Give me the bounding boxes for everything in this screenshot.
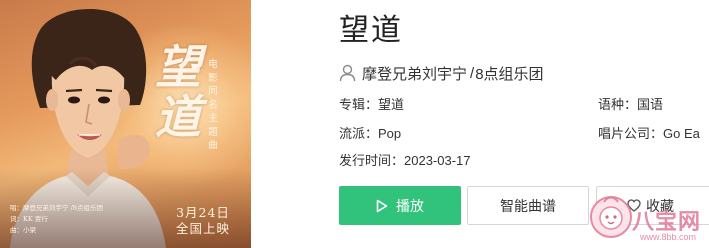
artist-link-primary[interactable]: 摩登兄弟刘宇宁 (362, 63, 467, 84)
meta-album: 专辑：望道 (339, 96, 404, 114)
meta-language: 语种：国语 (598, 96, 663, 114)
meta-genre-label: 流派： (339, 126, 379, 141)
meta-genre: 流派：Pop (339, 125, 401, 143)
cover-release-date-day: 3月24日 (176, 205, 230, 220)
artist-row: 摩登兄弟刘宇宁 / 8点组乐团 (339, 62, 544, 84)
meta-language-value: 国语 (637, 97, 664, 112)
meta-record-label: 唱片公司：Go Ea (598, 125, 700, 143)
meta-record-label-value: Go Ea (663, 126, 700, 141)
meta-album-value[interactable]: 望道 (378, 97, 404, 112)
play-button[interactable]: 播放 (339, 186, 461, 225)
favorite-button[interactable]: 收藏 (596, 186, 709, 225)
heart-icon (627, 199, 641, 212)
meta-language-label: 语种： (598, 97, 638, 112)
cover-title-char-1: 望 (155, 40, 201, 94)
cover-vertical-subtitle: 电影同名主题曲 (208, 59, 218, 151)
play-button-label: 播放 (396, 197, 424, 214)
cover-title: 望 道 (150, 42, 206, 142)
cover-credit-lyricist: 词：KK 贾行 (10, 215, 48, 223)
smart-score-button-label: 智能曲谱 (500, 197, 556, 214)
meta-genre-value: Pop (378, 126, 402, 141)
meta-release-date: 发行时间：2023-03-17 (339, 152, 471, 170)
play-icon (376, 199, 388, 212)
cover-release-date: 3月24日 全国上映 (168, 205, 238, 237)
album-cover[interactable]: 望 道 电影同名主题曲 唱：摩登兄弟刘宇宁 /8点组乐团 词：KK 贾行 曲：小… (0, 0, 251, 248)
favorite-button-label: 收藏 (646, 197, 674, 214)
user-icon (339, 64, 356, 82)
meta-release-date-label: 发行时间： (339, 153, 405, 168)
meta-release-date-value: 2023-03-17 (404, 153, 471, 168)
cover-credit-singer: 唱：摩登兄弟刘宇宁 /8点组乐团 (10, 204, 103, 212)
meta-record-label-label: 唱片公司： (598, 126, 664, 141)
meta-album-label: 专辑： (339, 97, 379, 112)
cover-credit-composer: 曲：小梁 (10, 226, 36, 234)
song-title: 望道 (339, 14, 403, 47)
smart-score-button[interactable]: 智能曲谱 (467, 186, 589, 225)
cover-release-date-note: 全国上映 (175, 221, 230, 236)
watermark-url: www.8bb.com (640, 232, 697, 242)
song-detail-page: 望 道 电影同名主题曲 唱：摩登兄弟刘宇宁 /8点组乐团 词：KK 贾行 曲：小… (0, 0, 709, 248)
artist-link-secondary[interactable]: 8点组乐团 (475, 63, 543, 84)
cover-credits: 唱：摩登兄弟刘宇宁 /8点组乐团 词：KK 贾行 曲：小梁 (10, 203, 103, 236)
artist-separator: / (470, 64, 475, 82)
cover-title-char-2: 道 (155, 90, 201, 144)
